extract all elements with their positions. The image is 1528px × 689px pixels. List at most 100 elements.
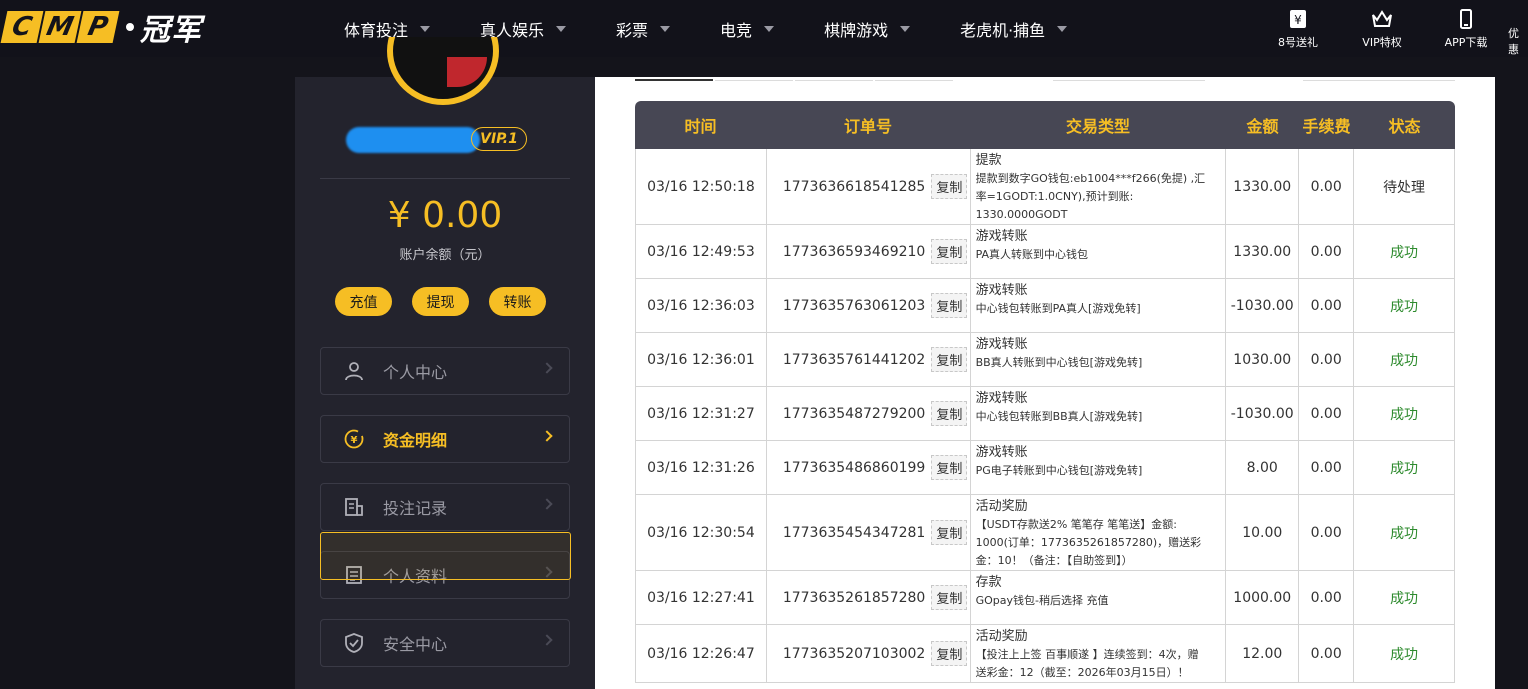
cell-amount: 1330.00 [1226, 225, 1300, 278]
cell-amount: -1030.00 [1226, 279, 1300, 332]
table-row: 03/16 12:36:03 1773635763061203 复制 游戏转账 中心钱包… [635, 279, 1455, 333]
transaction-desc: 中心钱包转账到PA真人[游戏免转] [975, 302, 1141, 315]
cell-fee: 0.00 [1299, 441, 1355, 494]
cell-order: 1773635487279200 复制 [767, 387, 971, 440]
phone-icon [1460, 8, 1472, 29]
transaction-type: 活动奖励 [975, 499, 1028, 514]
chevron-down-icon [764, 25, 775, 32]
chevron-down-icon [420, 25, 431, 32]
sidebar-item-label: 资金明细 [383, 431, 448, 450]
copy-button[interactable]: 复制 [931, 641, 968, 666]
tool-vip[interactable]: VIP特权 [1340, 0, 1424, 57]
table-row: 03/16 12:26:47 1773635207103002 复制 活动奖励 【投注上… [635, 625, 1455, 683]
cell-order: 1773635207103002 复制 [767, 625, 971, 682]
column-header: 状态 [1388, 117, 1421, 136]
wallet-actions: 充值 提现 转账 [335, 287, 546, 316]
cell-time: 03/16 12:27:41 [636, 571, 767, 624]
status-badge: 成功 [1354, 279, 1455, 332]
copy-button[interactable]: 复制 [931, 585, 968, 610]
table-header: 时间 订单号 交易类型 金额 手续费 状态 [635, 101, 1455, 149]
cell-type: 存款 GOpay钱包-稍后选择 充值 [971, 571, 1227, 624]
copy-button[interactable]: 复制 [931, 401, 968, 426]
cell-order: 1773635454347281 复制 [767, 495, 971, 570]
order-number: 1773635207103002 [782, 645, 926, 662]
table-row: 03/16 12:31:26 1773635486860199 复制 游戏转账 PG电子… [635, 441, 1455, 495]
tool-app[interactable]: APP下载 [1424, 0, 1508, 57]
nav-label: 电竞 [720, 20, 753, 40]
table-row: 03/16 12:30:54 1773635454347281 复制 活动奖励 【USD… [635, 495, 1455, 571]
nav-label: 老虎机·捕鱼 [960, 20, 1046, 40]
tool-label: 8号送礼 [1278, 35, 1318, 49]
transaction-desc: 率=1GODT:1.0CNY),预计到账: [975, 190, 1134, 203]
table-row: 03/16 12:50:18 1773636618541285 复制 提款 提款到数字G… [635, 149, 1455, 225]
sidebar-item-fund-details[interactable]: ¥ 资金明细 [320, 415, 570, 463]
cell-time: 03/16 12:36:01 [636, 333, 767, 386]
copy-button[interactable]: 复制 [931, 174, 968, 199]
column-header: 金额 [1246, 117, 1279, 136]
cell-order: 1773635763061203 复制 [767, 279, 971, 332]
copy-button[interactable]: 复制 [931, 455, 968, 480]
cell-amount: 1330.00 [1226, 149, 1300, 224]
cell-order: 1773635486860199 复制 [767, 441, 971, 494]
username-redacted [346, 127, 480, 153]
copy-button[interactable]: 复制 [931, 347, 968, 372]
avatar[interactable] [387, 37, 499, 105]
shield-icon [345, 633, 363, 653]
tab-filter[interactable] [795, 77, 873, 81]
tool-promo[interactable]: 优惠 [1508, 0, 1528, 57]
copy-button[interactable]: 复制 [931, 239, 968, 264]
cell-amount: -1030.00 [1226, 387, 1300, 440]
copy-button[interactable]: 复制 [931, 520, 968, 545]
tab-filter[interactable] [715, 77, 793, 81]
transaction-type: 游戏转账 [975, 229, 1028, 244]
svg-text:¥: ¥ [351, 435, 358, 446]
transfer-button[interactable]: 转账 [489, 287, 546, 316]
hover-highlight [320, 532, 571, 580]
filter-tabs [635, 77, 1455, 81]
cell-type: 游戏转账 中心钱包转账到PA真人[游戏免转] [971, 279, 1227, 332]
cell-type: 游戏转账 PG电子转账到中心钱包[游戏免转] [971, 441, 1227, 494]
transaction-desc: PA真人转账到中心钱包 [975, 248, 1089, 261]
fund-details-panel: 时间 订单号 交易类型 金额 手续费 状态 03/16 12:50:18 1773… [595, 77, 1495, 689]
chevron-right-icon [541, 498, 553, 510]
cell-amount: 1000.00 [1226, 571, 1300, 624]
table-row: 03/16 12:27:41 1773635261857280 复制 存款 GOpay钱… [635, 571, 1455, 625]
nav-label: 棋牌游戏 [824, 20, 889, 40]
nav-item-lottery[interactable]: 彩票 [616, 17, 671, 41]
account-sidebar: VIP.1 ¥ 0.00 账户余额（元） 充值 提现 转账 个人中心 ¥ 资金明… [295, 37, 595, 689]
deposit-button[interactable]: 充值 [335, 287, 392, 316]
date-filter[interactable] [1053, 77, 1205, 81]
cell-fee: 0.00 [1299, 387, 1355, 440]
status-badge: 成功 [1354, 571, 1455, 624]
transaction-desc: 送彩金：12（截至：2026年03月15日）！ [975, 666, 1189, 679]
cell-amount: 12.00 [1226, 625, 1300, 682]
transaction-desc: 提款到数字GO钱包:eb1004***f266(免提) ,汇 [975, 172, 1206, 185]
order-number: 1773635487279200 [782, 405, 926, 422]
column-header: 交易类型 [1065, 117, 1130, 136]
table-row: 03/16 12:31:27 1773635487279200 复制 游戏转账 中心钱包… [635, 387, 1455, 441]
cell-fee: 0.00 [1299, 333, 1355, 386]
tab-filter[interactable] [635, 77, 713, 81]
cell-type: 游戏转账 中心钱包转账到BB真人[游戏免转] [971, 387, 1227, 440]
cell-type: 游戏转账 BB真人转账到中心钱包[游戏免转] [971, 333, 1227, 386]
tab-filter[interactable] [875, 77, 953, 81]
withdraw-button[interactable]: 提现 [412, 287, 469, 316]
nav-item-esports[interactable]: 电竞 [720, 17, 775, 41]
cell-time: 03/16 12:49:53 [636, 225, 767, 278]
chevron-down-icon [900, 25, 911, 32]
cell-time: 03/16 12:30:54 [636, 495, 767, 570]
copy-button[interactable]: 复制 [931, 293, 968, 318]
nav-item-card-games[interactable]: 棋牌游戏 [824, 17, 911, 41]
sidebar-item-bet-records[interactable]: 投注记录 [320, 483, 570, 531]
brand-logo[interactable]: C M P 冠军 [0, 10, 202, 48]
gift-yen-icon: ¥ [1290, 9, 1306, 28]
sidebar-item-security[interactable]: 安全中心 [320, 619, 570, 667]
nav-item-slots-fishing[interactable]: 老虎机·捕鱼 [960, 17, 1068, 41]
column-header: 时间 [684, 117, 717, 136]
order-number: 1773635761441202 [782, 351, 926, 368]
transaction-desc: 【投注上上签 百事顺遂 】连续签到：4次，赠 [975, 648, 1199, 661]
sidebar-item-personal-center[interactable]: 个人中心 [320, 347, 570, 395]
tool-gift[interactable]: ¥ 8号送礼 [1256, 0, 1340, 57]
type-filter[interactable] [1303, 77, 1455, 81]
order-number: 1773636618541285 [782, 178, 926, 195]
